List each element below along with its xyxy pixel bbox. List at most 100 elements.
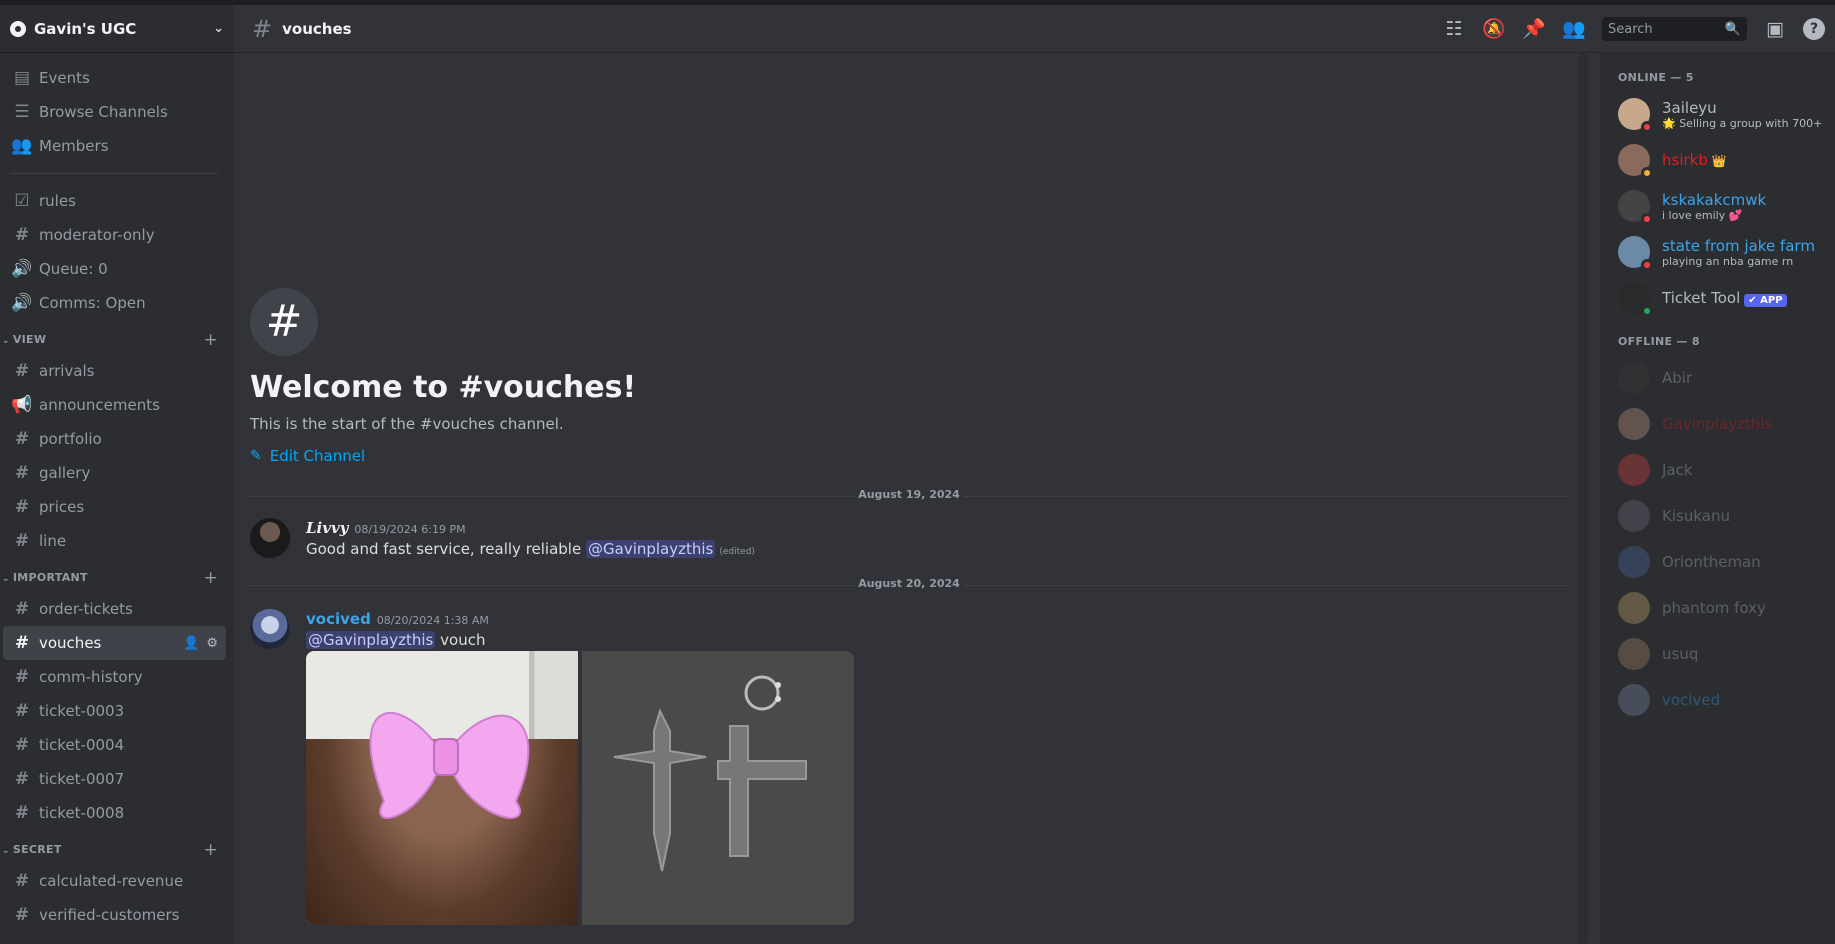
locked-hash-icon: #	[14, 735, 30, 755]
category-important[interactable]: ⌄ IMPORTANT +	[0, 558, 234, 592]
message-author[interactable]: Livvy	[306, 519, 348, 537]
channel-calculated-revenue[interactable]: # calculated-revenue	[3, 864, 226, 898]
message-content: @Gavinplayzthis vouch	[306, 631, 486, 649]
attachment-image-bow[interactable]	[306, 651, 578, 925]
app-badge: ✔ APP	[1744, 294, 1787, 307]
message-content: Good and fast service, really reliable @…	[306, 540, 755, 558]
avatar	[1618, 236, 1653, 271]
date-divider: August 19, 2024	[250, 488, 1568, 501]
help-icon[interactable]: ?	[1803, 18, 1825, 40]
message-author[interactable]: vocived	[306, 610, 371, 628]
channel-prices[interactable]: # prices	[3, 490, 226, 524]
member-name: Ticket Tool ✔ APP	[1662, 289, 1787, 307]
pink-bow-shape	[369, 712, 530, 819]
user-mention[interactable]: @Gavinplayzthis	[306, 631, 436, 649]
image-attachments	[306, 651, 854, 925]
category-secret[interactable]: ⌄ SECRET +	[0, 830, 234, 864]
member-name: usuq	[1662, 645, 1699, 663]
member-list: ONLINE — 5 3aileyu 🌟 Selling a group with…	[1600, 53, 1835, 944]
avatar	[1618, 282, 1653, 317]
invite-icon[interactable]: 👤	[183, 636, 199, 651]
channel-comm-history[interactable]: # comm-history	[3, 660, 226, 694]
presence-status-icon	[1641, 167, 1653, 179]
channel-moderator-only[interactable]: # moderator-only	[3, 218, 226, 252]
member-row[interactable]: Oriontheman	[1600, 539, 1835, 585]
speaker-icon: 🔊	[11, 259, 33, 279]
avatar[interactable]	[250, 609, 290, 649]
crown-icon: 👑	[1711, 154, 1727, 168]
member-row[interactable]: kskakakcmwk i love emily 💕	[1600, 183, 1835, 229]
avatar[interactable]	[250, 518, 290, 558]
channel-ticket-0008[interactable]: # ticket-0008	[3, 796, 226, 830]
add-channel-icon[interactable]: +	[203, 332, 218, 349]
locked-hash-icon: #	[14, 769, 30, 789]
member-row[interactable]: vocived	[1600, 677, 1835, 723]
notification-bell-muted-icon[interactable]: 🔕	[1482, 17, 1506, 41]
locked-hash-icon: #	[14, 803, 30, 823]
member-name: kskakakcmwk	[1662, 190, 1767, 209]
member-list-icon[interactable]: 👥	[1562, 17, 1586, 41]
scrollbar-track[interactable]	[1578, 53, 1588, 944]
threads-icon[interactable]: ☷	[1442, 17, 1466, 41]
avatar	[1618, 684, 1650, 716]
category-view[interactable]: ⌄ VIEW +	[0, 320, 234, 354]
sidebar-item-browse-channels[interactable]: ☰ Browse Channels	[3, 95, 226, 129]
attachment-image-crosses[interactable]	[582, 651, 854, 925]
member-name: state from jake farm	[1662, 236, 1815, 255]
search-input[interactable]: Search 🔍	[1602, 17, 1747, 41]
member-row[interactable]: Gavinplayzthis	[1600, 401, 1835, 447]
member-row[interactable]: phantom foxy	[1600, 585, 1835, 631]
presence-status-icon	[1641, 259, 1653, 271]
date-divider: August 20, 2024	[250, 577, 1568, 590]
channel-arrivals[interactable]: # arrivals	[3, 354, 226, 388]
channel-vouches[interactable]: # vouches 👤 ⚙	[3, 626, 226, 660]
inbox-icon[interactable]: ▣	[1763, 17, 1787, 41]
voice-channel-queue[interactable]: 🔊 Queue: 0	[3, 252, 226, 286]
sidebar-item-events[interactable]: ▤ Events	[3, 61, 226, 95]
member-row[interactable]: Jack	[1600, 447, 1835, 493]
channel-ticket-0004[interactable]: # ticket-0004	[3, 728, 226, 762]
channel-order-tickets[interactable]: # order-tickets	[3, 592, 226, 626]
member-row[interactable]: Ticket Tool ✔ APP	[1600, 275, 1835, 321]
gear-icon[interactable]: ⚙	[206, 636, 218, 651]
sidebar-item-members[interactable]: 👥 Members	[3, 129, 226, 163]
channel-ticket-0003[interactable]: # ticket-0003	[3, 694, 226, 728]
voice-channel-comms[interactable]: 🔊 Comms: Open	[3, 286, 226, 320]
channel-announcements[interactable]: 📢 announcements	[3, 388, 226, 422]
member-name: Gavinplayzthis	[1662, 415, 1773, 433]
speaker-icon: 🔊	[11, 293, 33, 313]
channel-verified-customers[interactable]: # verified-customers	[3, 898, 226, 932]
add-channel-icon[interactable]: +	[203, 570, 218, 587]
edit-channel-link[interactable]: ✎ Edit Channel	[250, 447, 636, 465]
discord-window: Gavin's UGC ⌄ ▤ Events ☰ Browse Channels 👥…	[0, 0, 1835, 944]
avatar	[1618, 144, 1653, 179]
add-channel-icon[interactable]: +	[203, 842, 218, 859]
avatar	[1618, 408, 1650, 440]
member-row[interactable]: 3aileyu 🌟 Selling a group with 700+ ...	[1600, 91, 1835, 137]
channel-gallery[interactable]: # gallery	[3, 456, 226, 490]
user-mention[interactable]: @Gavinplayzthis	[586, 540, 716, 558]
member-name: Jack	[1662, 461, 1693, 479]
pin-icon[interactable]: 📌	[1522, 17, 1546, 41]
avatar	[1618, 546, 1650, 578]
avatar	[1618, 500, 1650, 532]
avatar	[1618, 362, 1650, 394]
channel-rules[interactable]: ☑ rules	[3, 184, 226, 218]
member-row[interactable]: usuq	[1600, 631, 1835, 677]
member-name: Kisukanu	[1662, 507, 1730, 525]
member-name: phantom foxy	[1662, 599, 1766, 617]
channel-ticket-0007[interactable]: # ticket-0007	[3, 762, 226, 796]
guild-header[interactable]: Gavin's UGC ⌄	[0, 5, 234, 53]
chevron-down-icon[interactable]: ⌄	[213, 21, 224, 36]
channel-line[interactable]: # line	[3, 524, 226, 558]
welcome-title: Welcome to #vouches!	[250, 370, 637, 405]
channel-sidebar: Gavin's UGC ⌄ ▤ Events ☰ Browse Channels 👥…	[0, 5, 234, 944]
member-row[interactable]: state from jake farm playing an nba game …	[1600, 229, 1835, 275]
member-row[interactable]: Kisukanu	[1600, 493, 1835, 539]
member-row[interactable]: hsirkb 👑	[1600, 137, 1835, 183]
message-area: # Welcome to #vouches! This is the start…	[234, 53, 1590, 944]
welcome-subtitle: This is the start of the #vouches channe…	[250, 415, 564, 433]
chevron-down-icon: ⌄	[2, 846, 10, 856]
channel-portfolio[interactable]: # portfolio	[3, 422, 226, 456]
member-row[interactable]: Abir	[1600, 355, 1835, 401]
